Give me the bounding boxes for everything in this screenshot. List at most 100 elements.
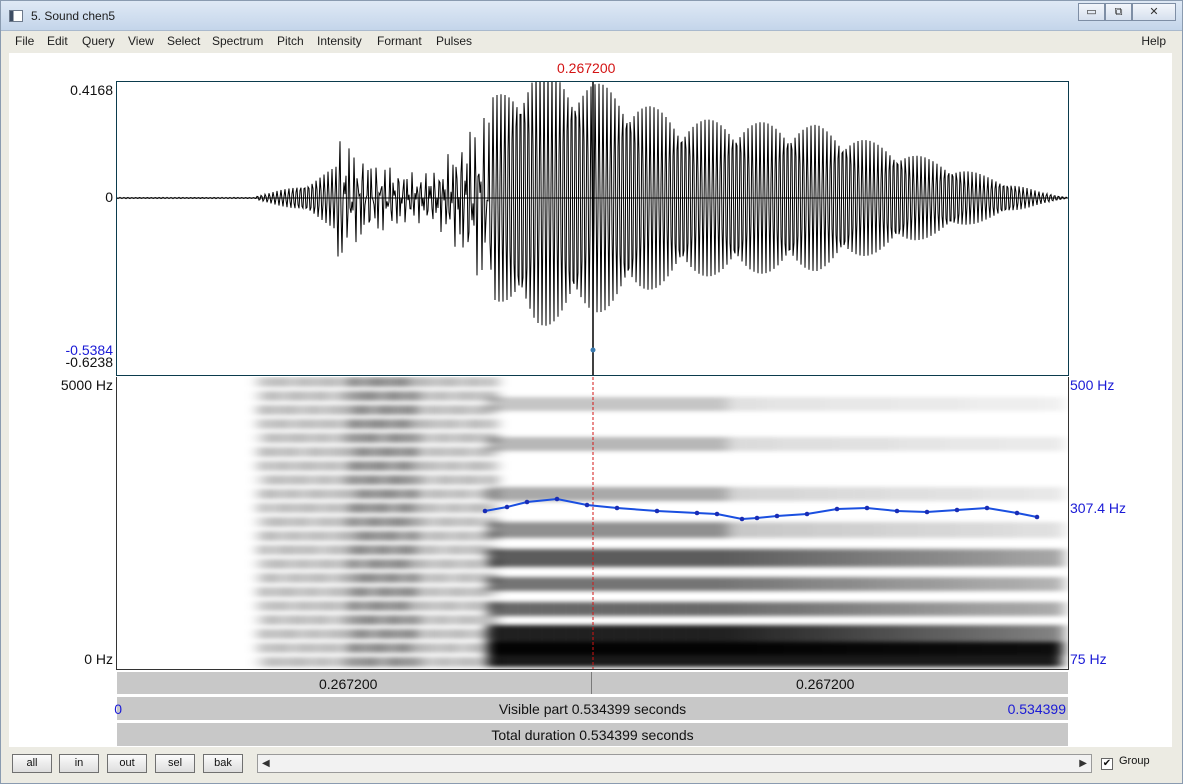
spectrogram-band <box>775 487 789 501</box>
spectrogram-band <box>523 522 537 538</box>
spectrogram-band <box>1027 577 1041 591</box>
spectrogram-band <box>559 397 573 411</box>
spectrogram-band <box>931 549 945 567</box>
spectrogram-band <box>547 397 561 411</box>
zoom-all-button[interactable]: all <box>12 754 52 773</box>
spectrogram-band <box>499 437 513 451</box>
spec-freq-bottom-label: 0 Hz <box>84 651 113 667</box>
restore-button[interactable]: ⧉ <box>1105 3 1132 21</box>
zoom-out-button[interactable]: out <box>107 754 147 773</box>
spectrogram-band <box>703 577 717 591</box>
total-duration-strip[interactable]: Total duration 0.534399 seconds <box>116 722 1069 747</box>
spectrogram-band <box>691 522 705 538</box>
spectrogram-band <box>775 577 789 591</box>
spectrogram-band <box>1027 397 1041 411</box>
pitch-mid-label: 307.4 Hz <box>1070 500 1127 516</box>
spectrogram-band <box>535 522 549 538</box>
pitch-point <box>482 508 488 514</box>
spectrogram-band <box>595 437 609 451</box>
spectrogram-band <box>979 522 993 538</box>
waveform-view[interactable] <box>116 70 1069 376</box>
wave-zero-label: 0 <box>105 189 113 205</box>
window-icon <box>9 10 23 22</box>
spectrogram-band <box>895 577 909 591</box>
spectrogram-band <box>955 549 969 567</box>
spectrogram-band <box>631 577 645 591</box>
menu-query[interactable]: Query <box>82 34 115 48</box>
spectrogram-band <box>751 437 765 451</box>
spectrogram-band <box>811 602 825 616</box>
horizontal-scrollbar[interactable]: ◀ ▶ <box>257 754 1092 773</box>
spectrogram-band <box>1039 437 1053 451</box>
spectrogram-band <box>487 642 1062 667</box>
menu-view[interactable]: View <box>128 34 154 48</box>
time-right-of-cursor: 0.267200 <box>796 676 855 692</box>
spectrogram-band <box>955 437 969 451</box>
spectrogram-band <box>955 577 969 591</box>
time-left-of-cursor: 0.267200 <box>319 676 378 692</box>
spectrogram-band <box>823 522 837 538</box>
spectrogram-band <box>703 487 717 501</box>
menu-edit[interactable]: Edit <box>47 34 68 48</box>
zoom-in-button[interactable]: in <box>59 754 99 773</box>
spectrogram-band <box>787 437 801 451</box>
spectrogram-band <box>487 549 501 567</box>
pitch-point <box>1034 514 1040 520</box>
spectrogram-band <box>1003 577 1017 591</box>
menu-help[interactable]: Help <box>1141 34 1166 48</box>
menu-file[interactable]: File <box>15 34 34 48</box>
group-checkbox[interactable]: ✔ Group <box>1101 755 1150 770</box>
spectrogram-band <box>691 437 705 451</box>
spectrogram-band <box>547 522 561 538</box>
cursor-time-strip[interactable]: 0.267200 0.267200 <box>116 671 1069 695</box>
spectrogram-band <box>607 397 621 411</box>
spectrogram-band <box>859 549 873 567</box>
spectrogram-band <box>847 397 861 411</box>
spectrogram-band <box>499 602 513 616</box>
spectrogram-view[interactable] <box>116 377 1069 670</box>
group-checkbox-box[interactable]: ✔ <box>1101 758 1113 770</box>
spectrogram-band <box>511 522 525 538</box>
close-button[interactable]: ✕ <box>1132 3 1176 21</box>
spectrogram-band <box>787 602 801 616</box>
zoom-back-button[interactable]: bak <box>203 754 243 773</box>
menu-pulses[interactable]: Pulses <box>436 34 472 48</box>
spectrogram-band <box>619 602 633 616</box>
scroll-left-arrow-icon[interactable]: ◀ <box>262 758 270 769</box>
spectrogram-band <box>523 397 537 411</box>
menu-formant[interactable]: Formant <box>377 34 422 48</box>
spectrogram-band <box>559 577 573 591</box>
spectrogram-band <box>667 577 681 591</box>
spectrogram-band <box>571 577 585 591</box>
zoom-selection-button[interactable]: sel <box>155 754 195 773</box>
pitch-point <box>774 513 780 519</box>
pitch-point <box>754 515 760 521</box>
spectrogram-band <box>811 549 825 567</box>
spectrogram-band <box>1039 487 1053 501</box>
spectrogram-band <box>655 397 669 411</box>
scroll-right-arrow-icon[interactable]: ▶ <box>1079 758 1087 769</box>
menu-pitch[interactable]: Pitch <box>277 34 304 48</box>
spectrogram-band <box>895 602 909 616</box>
title-bar[interactable]: 5. Sound chen5 ▭ ⧉ ✕ <box>1 1 1182 31</box>
spectrogram-band <box>595 397 609 411</box>
visible-part-strip[interactable]: 0 Visible part 0.534399 seconds 0.534399 <box>114 696 1069 721</box>
menu-intensity[interactable]: Intensity <box>317 34 362 48</box>
sound-editor-window: 5. Sound chen5 ▭ ⧉ ✕ File Edit Query Vie… <box>0 0 1183 784</box>
spectrogram-band <box>907 487 921 501</box>
spectrogram-band <box>907 549 921 567</box>
spectrogram-band <box>799 549 813 567</box>
menu-spectrum[interactable]: Spectrum <box>212 34 263 48</box>
spectrogram-band <box>967 437 981 451</box>
spectrogram-band <box>739 549 753 567</box>
wave-ymin-label: -0.6238 <box>65 354 113 370</box>
spectrogram-band <box>1039 602 1053 616</box>
minimize-button[interactable]: ▭ <box>1078 3 1105 21</box>
spectrogram-band <box>667 437 681 451</box>
spectrogram-band <box>487 437 501 451</box>
spectrogram-band <box>1039 522 1053 538</box>
spectrogram-band <box>727 437 741 451</box>
spectrogram-band <box>679 602 693 616</box>
menu-select[interactable]: Select <box>167 34 200 48</box>
spectrogram-band <box>787 522 801 538</box>
